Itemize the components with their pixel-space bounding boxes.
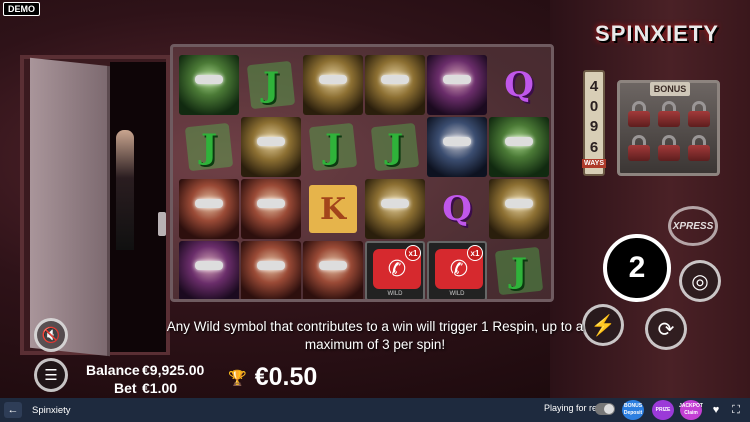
symbol-letter: Q	[504, 65, 534, 105]
wild-multiplier: x1	[467, 245, 483, 261]
character-symbol	[241, 241, 301, 299]
ways-counter: 4 0 9 6 WAYS	[582, 70, 606, 176]
autoplay-arrows-icon: ⟳	[657, 318, 675, 341]
j-symbol: J	[303, 117, 363, 177]
bonus-title: BONUS	[650, 82, 690, 96]
character-symbol	[365, 179, 425, 239]
wild-tag: WILD	[387, 291, 403, 297]
promo-title: PRIZE	[655, 406, 671, 413]
character-symbol	[303, 55, 363, 115]
promo-badge[interactable]: PRIZE	[652, 400, 674, 420]
symbol-letter: J	[200, 127, 218, 167]
hamburger-menu-icon: ☰	[44, 367, 58, 384]
speaker-mute-icon: 🔇	[41, 327, 61, 344]
trophy-icon: 🏆	[228, 369, 247, 387]
padlock-icon	[628, 101, 650, 127]
game-logo: X SPINXIETY	[595, 8, 719, 57]
heart-icon[interactable]: ♥	[708, 402, 724, 418]
character-symbol	[427, 117, 487, 177]
autoplay-button[interactable]: ⟳	[645, 308, 687, 350]
light-switch	[158, 212, 166, 236]
ways-digit: 4	[589, 77, 599, 95]
padlock-icon	[658, 101, 680, 127]
character-symbol	[179, 179, 239, 239]
j-symbol: J	[241, 55, 301, 115]
balance-value: €9,925.00	[142, 362, 205, 378]
promo-badge[interactable]: BONUS Deposit	[622, 400, 644, 420]
character-symbol	[179, 55, 239, 115]
symbol-letter: J	[510, 251, 528, 291]
wild-tag: WILD	[449, 291, 465, 297]
arrow-left-icon: ←	[7, 404, 19, 416]
bet-button[interactable]: ◎	[679, 260, 721, 302]
symbol-letter: J	[386, 127, 404, 167]
character-symbol	[179, 241, 239, 299]
character-symbol	[489, 179, 549, 239]
open-door	[30, 57, 110, 357]
padlock-icon	[628, 135, 650, 161]
character-symbol	[241, 117, 301, 177]
game-stage: DEMO X SPINXIETY 4 0 9 6 WAYS BONUS JJJK…	[0, 0, 750, 398]
bet-value: €1.00	[142, 380, 178, 396]
promo-title: JACKPOT	[679, 403, 703, 409]
j-symbol: J	[489, 241, 549, 299]
logo-text: SPINXIETY	[595, 21, 719, 46]
menu-button[interactable]: ☰	[34, 358, 68, 392]
j-symbol: J	[365, 117, 425, 177]
promo-action: Claim	[684, 410, 698, 416]
back-button[interactable]: ←	[4, 402, 22, 418]
spin-button[interactable]: 2	[603, 234, 671, 302]
bonus-locks-panel: BONUS	[617, 80, 720, 176]
promo-title: BONUS	[623, 403, 643, 409]
symbol-letter: Q	[442, 189, 472, 229]
wild-symbol: ✆ x1 WILD	[427, 241, 487, 299]
game-name: Spinxiety	[32, 404, 71, 416]
j-symbol: J	[179, 117, 239, 177]
reel-grid: J J J K J ✆ x1 WILD Q ✆ x1 WILD Q J	[170, 44, 554, 302]
mute-button[interactable]: 🔇	[34, 318, 68, 352]
character-symbol	[241, 179, 301, 239]
wallet-panel: Balance €9,925.00 Bet €1.00	[86, 361, 204, 397]
q-symbol: Q	[489, 55, 549, 115]
promo-badge[interactable]: JACKPOT Claim	[679, 400, 703, 420]
padlock-icon	[658, 135, 680, 161]
character-symbol	[365, 55, 425, 115]
symbol-letter: K	[319, 191, 347, 227]
feature-info-text: Any Wild symbol that contributes to a wi…	[166, 319, 584, 352]
win-amount: €0.50	[254, 363, 318, 391]
bet-label: Bet	[114, 380, 137, 396]
ways-label: WAYS	[582, 159, 606, 169]
ways-digit: 0	[589, 98, 599, 116]
character-symbol	[427, 55, 487, 115]
k-symbol: K	[309, 185, 357, 233]
wild-symbol: ✆ x1 WILD	[365, 241, 425, 299]
real-play-toggle[interactable]	[595, 403, 615, 415]
bottom-bar: ← Spinxiety Playing for real BONUS Deposi…	[0, 398, 750, 422]
symbol-letter: J	[324, 127, 342, 167]
symbol-letter: J	[262, 65, 280, 105]
ways-digit: 9	[589, 118, 599, 136]
character-symbol	[489, 117, 549, 177]
xpress-button[interactable]: XPRESS	[668, 206, 718, 246]
lurking-figure	[116, 130, 134, 250]
padlock-icon	[688, 101, 710, 127]
balance-label: Balance	[86, 362, 140, 378]
fullscreen-icon[interactable]: ⛶	[728, 402, 744, 418]
padlock-icon	[688, 135, 710, 161]
ways-digit: 6	[589, 138, 599, 156]
q-symbol: Q	[427, 179, 487, 239]
wild-multiplier: x1	[405, 245, 421, 261]
demo-badge: DEMO	[3, 2, 40, 16]
coin-stack-icon: ◎	[691, 270, 709, 293]
promo-action: Deposit	[623, 410, 643, 416]
character-symbol	[303, 241, 363, 299]
win-display: 🏆 €0.50	[228, 363, 317, 392]
